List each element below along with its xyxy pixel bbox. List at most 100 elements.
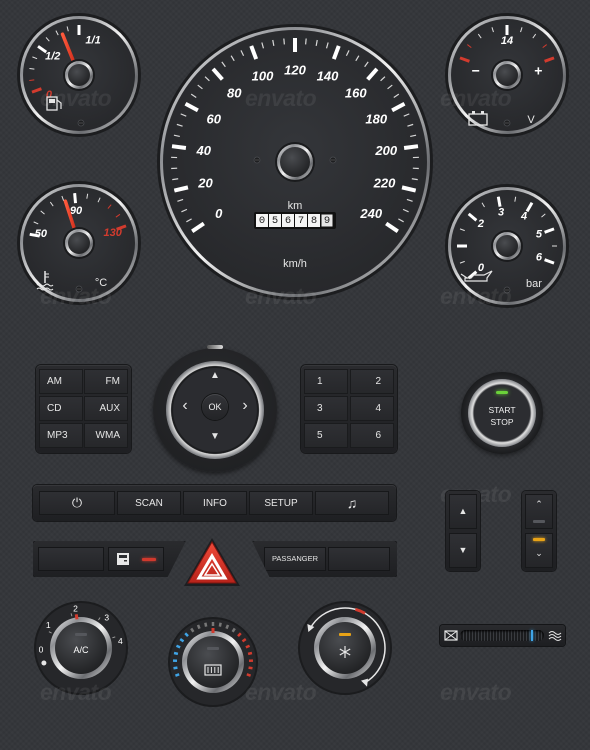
stop-label: STOP bbox=[490, 417, 514, 427]
ac-speed-label: 1 bbox=[46, 620, 51, 630]
preset-label: 1 bbox=[317, 376, 323, 387]
nav-pad-indicator bbox=[207, 345, 223, 349]
battery-gauge-hub bbox=[496, 64, 518, 86]
temp-scale-tick bbox=[173, 666, 178, 670]
setup-button[interactable]: SETUP bbox=[249, 491, 313, 515]
start-stop-label: START STOP bbox=[478, 404, 526, 428]
fan-speed-slider[interactable] bbox=[440, 625, 565, 646]
temp-scale-tick bbox=[247, 651, 253, 656]
fan-speed-marker[interactable] bbox=[531, 630, 533, 641]
temp-label: 130 bbox=[103, 227, 122, 239]
ac-speed-label: 0 bbox=[39, 644, 44, 654]
oil-major-tick bbox=[496, 196, 502, 207]
preset-label: 2 bbox=[375, 376, 381, 387]
radio-fm-button[interactable]: FM bbox=[84, 369, 128, 394]
fuel-label: 1/2 bbox=[45, 51, 60, 63]
odometer-digit: 5 bbox=[272, 215, 278, 227]
speed-label: 0 bbox=[215, 206, 223, 221]
preset-4-button[interactable]: 4 bbox=[350, 396, 394, 421]
nav-up-arrow-icon[interactable]: ▲ bbox=[208, 369, 222, 383]
temp-scale-tick bbox=[204, 622, 208, 627]
radio-wma-button[interactable]: WMA bbox=[84, 423, 128, 448]
scroll-control-right: ⌃ ⌄ bbox=[522, 491, 556, 571]
preset-3-button[interactable]: 3 bbox=[304, 396, 348, 421]
door-lock-button[interactable] bbox=[108, 547, 164, 571]
oil-gauge-hub bbox=[496, 235, 518, 257]
temp-scale-tick bbox=[174, 673, 180, 677]
radio-aux-button[interactable]: AUX bbox=[84, 396, 128, 421]
media-control-bar: ⏻ SCAN INFO SETUP ♫ bbox=[33, 485, 396, 521]
door-indicator-led bbox=[142, 558, 156, 561]
music-note-icon: ♫ bbox=[346, 495, 358, 511]
speed-unit-top: km bbox=[288, 200, 303, 212]
battery-terminal bbox=[481, 111, 484, 114]
scroll-up-button[interactable]: ⌃ bbox=[525, 494, 553, 529]
fuel-minor-tick bbox=[29, 67, 35, 70]
speed-label: 200 bbox=[374, 143, 397, 158]
hazard-button[interactable] bbox=[182, 536, 242, 588]
speed-minor-tick bbox=[283, 38, 285, 45]
temp-knob-led bbox=[207, 647, 219, 650]
ac-speed-label: 3 bbox=[104, 612, 109, 622]
passenger-blank-button[interactable] bbox=[328, 547, 390, 571]
fan-icon bbox=[41, 660, 47, 666]
nav-down-arrow-icon[interactable]: ▼ bbox=[208, 430, 222, 444]
start-indicator-led bbox=[496, 391, 508, 394]
scroll-down-button[interactable]: ▼ bbox=[449, 533, 477, 568]
radio-cd-button[interactable]: CD bbox=[39, 396, 83, 421]
battery-unit: V bbox=[527, 114, 535, 126]
preset-label: 5 bbox=[317, 430, 323, 441]
preset-6-button[interactable]: 6 bbox=[350, 423, 394, 448]
temp-knob bbox=[187, 636, 239, 688]
nav-right-arrow-icon[interactable]: › bbox=[238, 398, 252, 414]
radio-mp3-button[interactable]: MP3 bbox=[39, 423, 83, 448]
temp-unit: °C bbox=[95, 277, 107, 289]
scroll-up-button[interactable]: ▲ bbox=[449, 494, 477, 529]
indicator-led-off bbox=[533, 520, 545, 523]
speed-major-tick bbox=[403, 144, 419, 150]
oil-label: 2 bbox=[477, 218, 484, 230]
fuel-gauge-hub bbox=[68, 64, 90, 86]
scroll-down-button[interactable]: ⌄ bbox=[525, 533, 553, 568]
preset-panel: 1 2 3 4 5 6 bbox=[301, 365, 397, 453]
preset-2-button[interactable]: 2 bbox=[350, 369, 394, 394]
door-control-bar bbox=[33, 541, 186, 577]
nav-ok-button[interactable]: OK bbox=[202, 394, 228, 420]
recirculation-icon bbox=[444, 630, 458, 641]
power-button[interactable]: ⏻ bbox=[39, 491, 115, 515]
speed-label: 160 bbox=[345, 85, 367, 100]
power-icon: ⏻ bbox=[71, 495, 83, 510]
radio-am-button[interactable]: AM bbox=[39, 369, 83, 394]
speed-label: 220 bbox=[373, 176, 396, 191]
nav-left-arrow-icon[interactable]: ‹ bbox=[178, 398, 192, 414]
odometer-digit: 6 bbox=[285, 215, 291, 227]
speed-label: 240 bbox=[359, 206, 382, 221]
temp-scale-tick bbox=[248, 666, 253, 670]
fuel-label: 1/1 bbox=[85, 35, 100, 47]
ac-position-marker bbox=[74, 614, 79, 620]
speed-minor-tick bbox=[305, 38, 307, 45]
speed-label: 180 bbox=[365, 111, 387, 126]
preset-1-button[interactable]: 1 bbox=[304, 369, 348, 394]
speed-minor-tick bbox=[411, 178, 418, 181]
speed-label: 140 bbox=[317, 68, 339, 83]
oil-label: 6 bbox=[536, 252, 543, 264]
temp-major-tick bbox=[73, 193, 78, 204]
info-button[interactable]: INFO bbox=[183, 491, 247, 515]
preset-5-button[interactable]: 5 bbox=[304, 423, 348, 448]
speed-minor-tick bbox=[172, 178, 179, 181]
door-blank-button[interactable] bbox=[38, 547, 104, 571]
oil-label: 4 bbox=[520, 211, 527, 223]
speed-unit-bottom: km/h bbox=[283, 258, 307, 270]
speed-label: 80 bbox=[227, 85, 242, 100]
oil-label: 3 bbox=[498, 207, 504, 219]
down-arrow-icon: ▼ bbox=[458, 545, 468, 555]
ac-speed-label: 2 bbox=[73, 603, 78, 613]
battery-plus-label: + bbox=[534, 62, 542, 78]
chevron-up-icon: ⌃ bbox=[535, 499, 543, 509]
odometer-digit: 7 bbox=[298, 215, 304, 227]
passenger-button[interactable]: PASSANGER bbox=[264, 547, 326, 571]
music-button[interactable]: ♫ bbox=[315, 491, 389, 515]
temp-scale-tick bbox=[218, 622, 222, 627]
scan-button[interactable]: SCAN bbox=[117, 491, 181, 515]
